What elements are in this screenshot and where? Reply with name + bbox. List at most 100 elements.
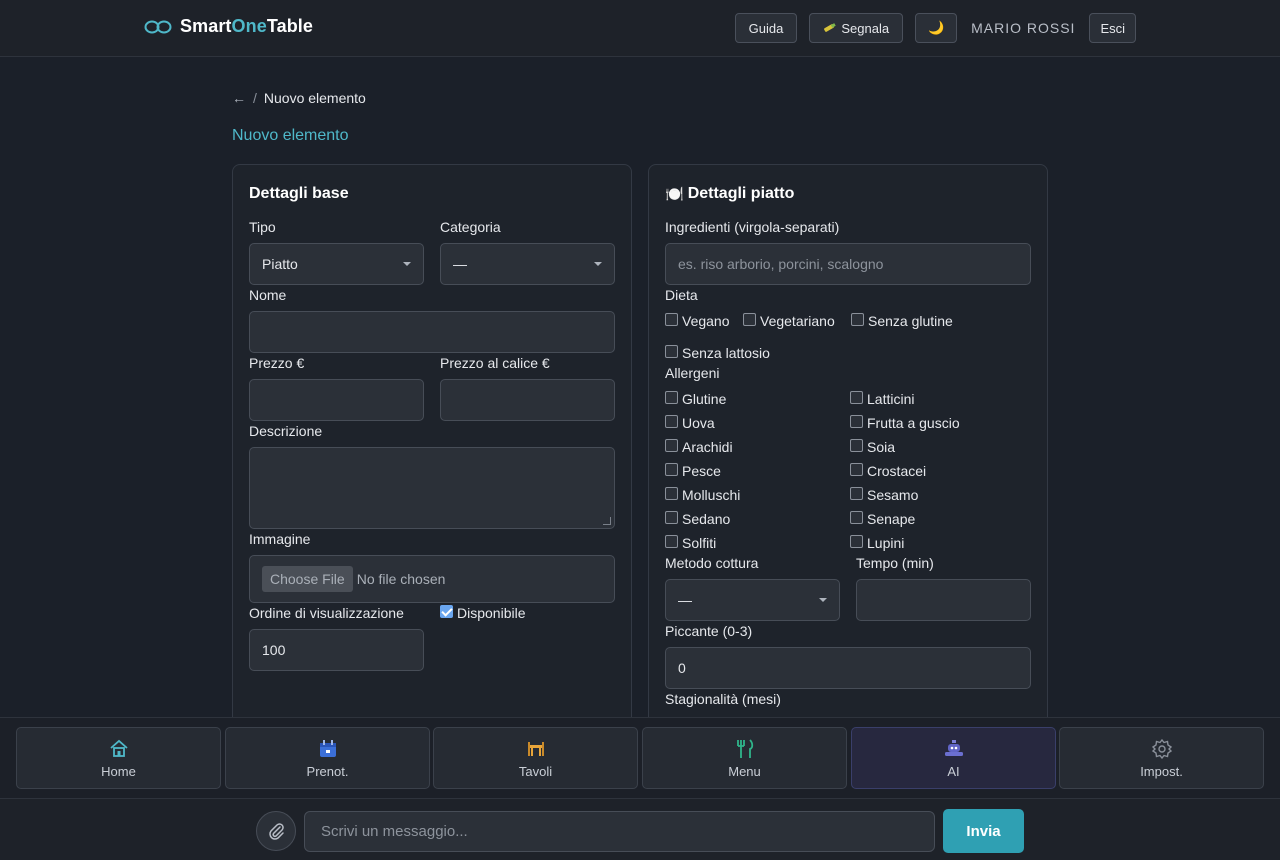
paperclip-icon [269, 823, 284, 840]
order-input[interactable]: 100 [249, 629, 424, 671]
allergen-checkbox[interactable]: Sesamo [850, 486, 918, 503]
checkbox-icon[interactable] [665, 390, 678, 404]
allergen-checkbox[interactable]: Uova [665, 414, 715, 431]
resize-handle-icon[interactable] [603, 517, 611, 525]
type-select[interactable]: Piatto [249, 243, 424, 285]
image-file-input[interactable]: Choose File No file chosen [249, 555, 615, 603]
checkbox-icon[interactable] [665, 510, 678, 524]
home-icon [109, 739, 128, 757]
brand-name: SmartOneTable [180, 16, 314, 36]
seasonality-label: Stagionalità (mesi) [665, 691, 781, 707]
back-arrow-icon[interactable]: ← [232, 90, 246, 106]
checkbox-icon[interactable] [851, 312, 864, 326]
allergen-label: Senape [867, 511, 916, 527]
logout-button[interactable]: Esci [1089, 13, 1136, 43]
chat-bar: Scrivi un messaggio... Invia [0, 798, 1280, 860]
robot-icon [944, 739, 963, 756]
diet-checkbox-vegan[interactable]: Vegano [665, 312, 730, 329]
nav-ai[interactable]: AI [851, 727, 1056, 789]
name-input[interactable] [249, 311, 615, 353]
allergen-label: Solfiti [682, 535, 717, 551]
glass-price-label: Prezzo al calice € [440, 355, 550, 371]
checkbox-checked-icon[interactable] [440, 604, 453, 618]
allergen-checkbox[interactable]: Soia [850, 438, 896, 455]
available-label: Disponibile [457, 605, 526, 621]
glass-price-input[interactable] [440, 379, 615, 421]
cooking-method-label: Metodo cottura [665, 555, 759, 571]
card-title-text: Dettagli piatto [687, 185, 795, 202]
guide-button[interactable]: Guida [734, 13, 798, 43]
time-label: Tempo (min) [856, 555, 934, 571]
allergen-checkbox[interactable]: Lupini [850, 534, 905, 551]
top-bar: SmartOneTable Guida Segnala 🌙 MARIO ROSS… [0, 0, 1280, 57]
diet-checkbox-vegetarian[interactable]: Vegetariano [743, 312, 835, 329]
ingredients-input[interactable]: es. riso arborio, porcini, scalogno [665, 243, 1031, 285]
allergen-checkbox[interactable]: Latticini [850, 390, 914, 407]
checkbox-icon[interactable] [743, 312, 756, 326]
nav-label: Tavoli [518, 763, 553, 779]
checkbox-icon[interactable] [850, 462, 863, 476]
nav-menu[interactable]: Menu [642, 727, 847, 789]
chat-message-input[interactable]: Scrivi un messaggio... [304, 811, 935, 852]
allergen-checkbox[interactable]: Senape [850, 510, 916, 527]
cooking-method-select[interactable]: — [665, 579, 840, 621]
allergen-checkbox[interactable]: Frutta a guscio [850, 414, 960, 431]
nav-label: Prenot. [306, 763, 349, 779]
allergen-checkbox[interactable]: Sedano [665, 510, 730, 527]
checkbox-icon[interactable] [665, 534, 678, 548]
time-input[interactable] [856, 579, 1031, 621]
brand[interactable]: SmartOneTable [144, 16, 313, 37]
diet-checkbox-lactose-free[interactable]: Senza lattosio [665, 344, 770, 361]
send-button[interactable]: Invia [943, 809, 1024, 853]
checkbox-icon[interactable] [665, 462, 678, 476]
description-textarea[interactable] [249, 447, 615, 529]
checkbox-icon[interactable] [665, 344, 678, 358]
spicy-input[interactable]: 0 [665, 647, 1031, 689]
checkbox-icon[interactable] [850, 390, 863, 404]
checkbox-icon[interactable] [665, 438, 678, 452]
checkbox-icon[interactable] [665, 414, 678, 428]
bottom-navigation: Home Prenot. Tavoli Menu AI Impost. [0, 717, 1280, 798]
gear-icon [1151, 738, 1172, 759]
allergen-checkbox[interactable]: Crostacei [850, 462, 926, 479]
category-select[interactable]: — [440, 243, 615, 285]
checkbox-icon[interactable] [850, 534, 863, 548]
checkbox-icon[interactable] [850, 510, 863, 524]
diet-checkbox-gluten-free[interactable]: Senza glutine [851, 312, 953, 329]
chevron-down-icon [594, 262, 602, 266]
available-checkbox[interactable]: Disponibile [440, 604, 526, 621]
diet-option-label: Vegano [682, 313, 730, 329]
breadcrumb: ← / Nuovo elemento [232, 90, 366, 106]
allergen-label: Glutine [682, 391, 727, 407]
allergen-checkbox[interactable]: Solfiti [665, 534, 717, 551]
checkbox-icon[interactable] [850, 486, 863, 500]
allergen-label: Lupini [867, 535, 905, 551]
ingredients-label: Ingredienti (virgola-separati) [665, 219, 840, 235]
report-button[interactable]: Segnala [809, 13, 904, 43]
checkbox-icon[interactable] [665, 312, 678, 326]
choose-file-button[interactable]: Choose File [262, 566, 353, 592]
table-icon [527, 741, 544, 756]
checkbox-icon[interactable] [850, 414, 863, 428]
allergen-label: Soia [867, 439, 896, 455]
category-value: — [453, 256, 467, 272]
checkbox-icon[interactable] [665, 486, 678, 500]
allergen-checkbox[interactable]: Glutine [665, 390, 727, 407]
cooking-method-value: — [678, 592, 692, 608]
user-name: MARIO ROSSI [971, 20, 1076, 36]
nav-tables[interactable]: Tavoli [433, 727, 638, 789]
diet-option-label: Senza glutine [868, 313, 953, 329]
nav-settings[interactable]: Impost. [1059, 727, 1264, 789]
checkbox-icon[interactable] [850, 438, 863, 452]
nav-home[interactable]: Home [16, 727, 221, 789]
cutlery-icon [736, 738, 753, 758]
attach-button[interactable] [256, 811, 296, 851]
allergen-checkbox[interactable]: Pesce [665, 462, 721, 479]
allergen-label: Molluschi [682, 487, 741, 503]
allergen-checkbox[interactable]: Molluschi [665, 486, 741, 503]
page-title: Nuovo elemento [232, 127, 349, 144]
nav-bookings[interactable]: Prenot. [225, 727, 430, 789]
price-input[interactable] [249, 379, 424, 421]
theme-toggle-button[interactable]: 🌙 [915, 13, 958, 43]
allergen-checkbox[interactable]: Arachidi [665, 438, 733, 455]
